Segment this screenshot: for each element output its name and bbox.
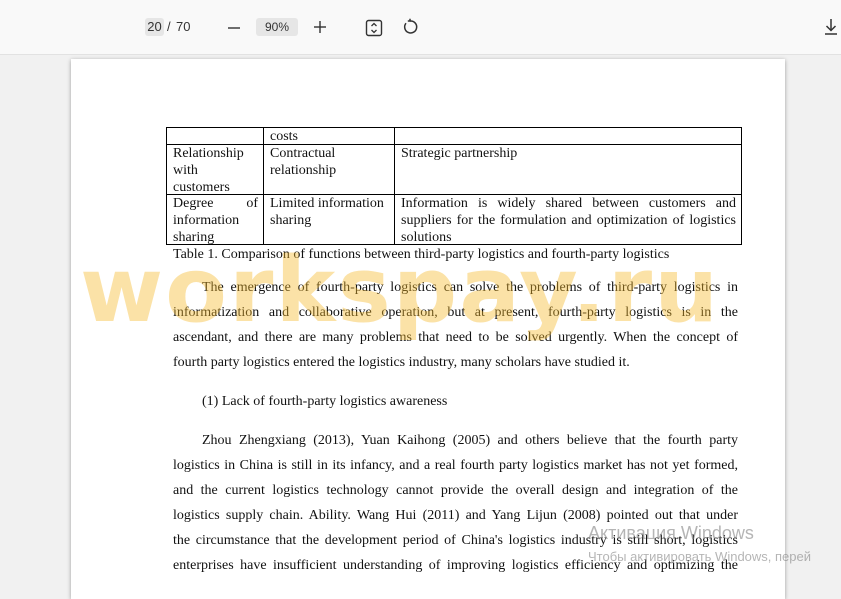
paragraph: The emergence of fourth-party logistics … [173, 280, 738, 370]
document-page: costs Relationship with customers Contract… [71, 59, 785, 599]
pdf-toolbar: 20 / 70 90% [0, 0, 841, 55]
rotate-icon[interactable] [401, 18, 419, 36]
windows-activation-subtitle: Чтобы активировать Windows, перей [588, 549, 812, 564]
zoom-out-icon[interactable] [226, 20, 242, 36]
table-border [394, 127, 395, 245]
table-cell: Information is widely shared between cus… [401, 196, 736, 245]
table-cell: Contractual relationship [270, 146, 337, 178]
table-cell: Strategic partnership [401, 146, 518, 161]
current-page-input[interactable]: 20 [145, 18, 164, 36]
table-border [741, 127, 742, 245]
table-border [166, 127, 167, 245]
download-icon[interactable] [823, 17, 839, 37]
page-separator: / [167, 19, 171, 34]
zoom-level[interactable]: 90% [256, 18, 298, 36]
table-cell: Relationship with customers [173, 146, 244, 195]
table-border [263, 127, 264, 245]
total-pages: 70 [176, 19, 191, 34]
windows-activation-title: Активация Windows [588, 523, 754, 543]
table-cell: costs [270, 129, 298, 144]
table-caption: Table 1. Comparison of functions between… [173, 247, 670, 262]
table-border [166, 127, 742, 128]
table-cell: Degree of information sharing [173, 196, 258, 245]
fit-to-page-icon[interactable] [365, 19, 383, 37]
table-cell: Limited information sharing [270, 196, 384, 228]
section-heading: (1) Lack of fourth-party logistics aware… [202, 394, 448, 409]
zoom-in-icon[interactable] [312, 19, 328, 35]
